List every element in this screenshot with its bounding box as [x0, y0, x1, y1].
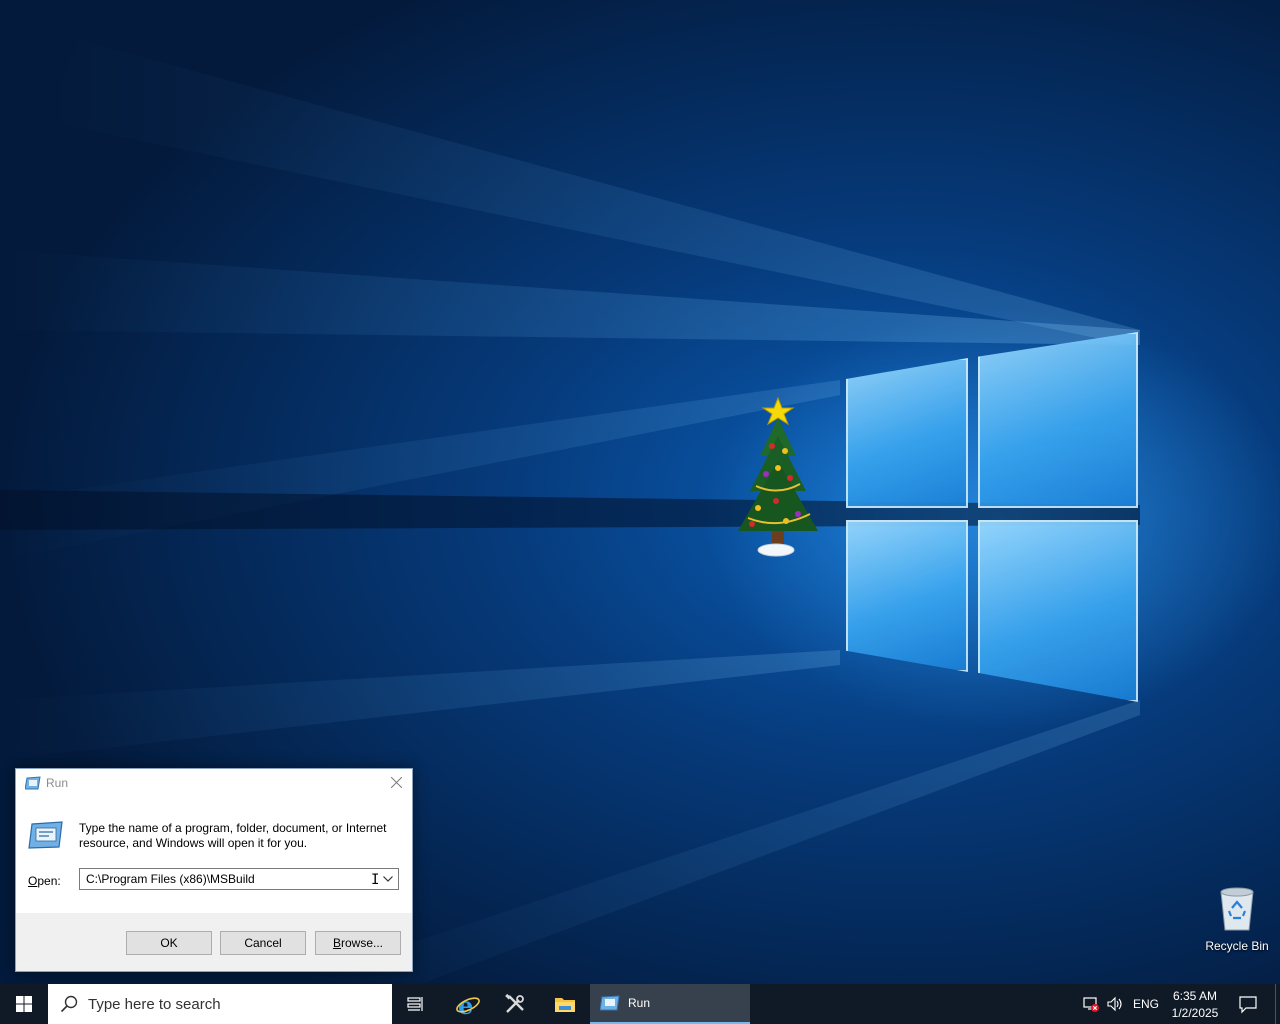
run-icon: [600, 995, 620, 1011]
start-button[interactable]: [0, 984, 48, 1024]
task-view-icon: [407, 997, 423, 1011]
file-explorer-button[interactable]: [541, 984, 589, 1024]
server-manager-tools-button[interactable]: [491, 984, 539, 1024]
windows-logo-pane-bottom-left: [846, 520, 968, 672]
taskbar-run-window-button[interactable]: Run: [590, 984, 750, 1024]
internet-explorer-button[interactable]: e: [443, 984, 491, 1024]
ok-button[interactable]: OK: [126, 931, 212, 955]
recycle-bin-icon: [1220, 887, 1254, 931]
run-program-icon: [28, 821, 63, 849]
windows-logo-pane-top-left: [846, 358, 968, 508]
internet-explorer-icon: e: [456, 992, 480, 1018]
search-icon: [60, 995, 78, 1013]
volume-tray-button[interactable]: [1106, 984, 1124, 1024]
christmas-tree-icon: [738, 396, 818, 557]
close-icon: [391, 777, 402, 788]
network-tray-button[interactable]: [1082, 984, 1100, 1024]
open-combobox[interactable]: I: [79, 868, 399, 890]
run-dialog-description: Type the name of a program, folder, docu…: [79, 821, 387, 850]
search-placeholder: Type here to search: [88, 996, 221, 1013]
taskbar-search-box[interactable]: Type here to search: [48, 984, 392, 1024]
chevron-down-icon: [383, 876, 393, 882]
recycle-bin-label: Recycle Bin: [1205, 939, 1269, 953]
action-center-button[interactable]: [1237, 984, 1259, 1024]
run-icon: [25, 776, 41, 790]
taskbar-run-label: Run: [628, 996, 651, 1010]
run-dialog-titlebar[interactable]: Run: [16, 769, 412, 797]
tools-icon: [505, 993, 524, 1013]
clock-date: 1/2/2025: [1171, 1006, 1219, 1020]
windows-start-icon: [16, 996, 32, 1012]
recycle-bin-shortcut[interactable]: Recycle Bin: [1198, 886, 1276, 966]
taskbar-clock[interactable]: 6:35 AM 1/2/2025: [1166, 988, 1224, 1022]
run-dialog-title: Run: [46, 776, 69, 790]
taskbar: Type here to search e Run ENG 6:35 AM 1/…: [0, 984, 1280, 1024]
open-label: Open:: [28, 874, 61, 888]
folder-icon: [555, 998, 575, 1012]
run-dialog[interactable]: Run Type the name of a program, folder, …: [15, 768, 413, 972]
open-dropdown-button[interactable]: [378, 869, 398, 889]
notification-icon: [1239, 996, 1257, 1014]
cancel-button[interactable]: Cancel: [220, 931, 306, 955]
close-button[interactable]: [382, 769, 412, 797]
windows-logo-pane-bottom-right: [978, 520, 1138, 702]
run-dialog-footer: OK Cancel Browse...: [16, 913, 412, 971]
run-dialog-body: Type the name of a program, folder, docu…: [16, 797, 412, 913]
browse-button[interactable]: Browse...: [315, 931, 401, 955]
windows-logo-pane-top-right: [978, 332, 1138, 508]
task-view-button[interactable]: [392, 984, 440, 1024]
network-disconnected-icon: [1083, 997, 1099, 1012]
input-language-indicator[interactable]: ENG: [1133, 997, 1159, 1024]
show-desktop-button[interactable]: [1275, 984, 1280, 1024]
clock-time: 6:35 AM: [1172, 989, 1218, 1003]
speaker-icon: [1107, 996, 1122, 1012]
open-input[interactable]: [80, 869, 376, 889]
